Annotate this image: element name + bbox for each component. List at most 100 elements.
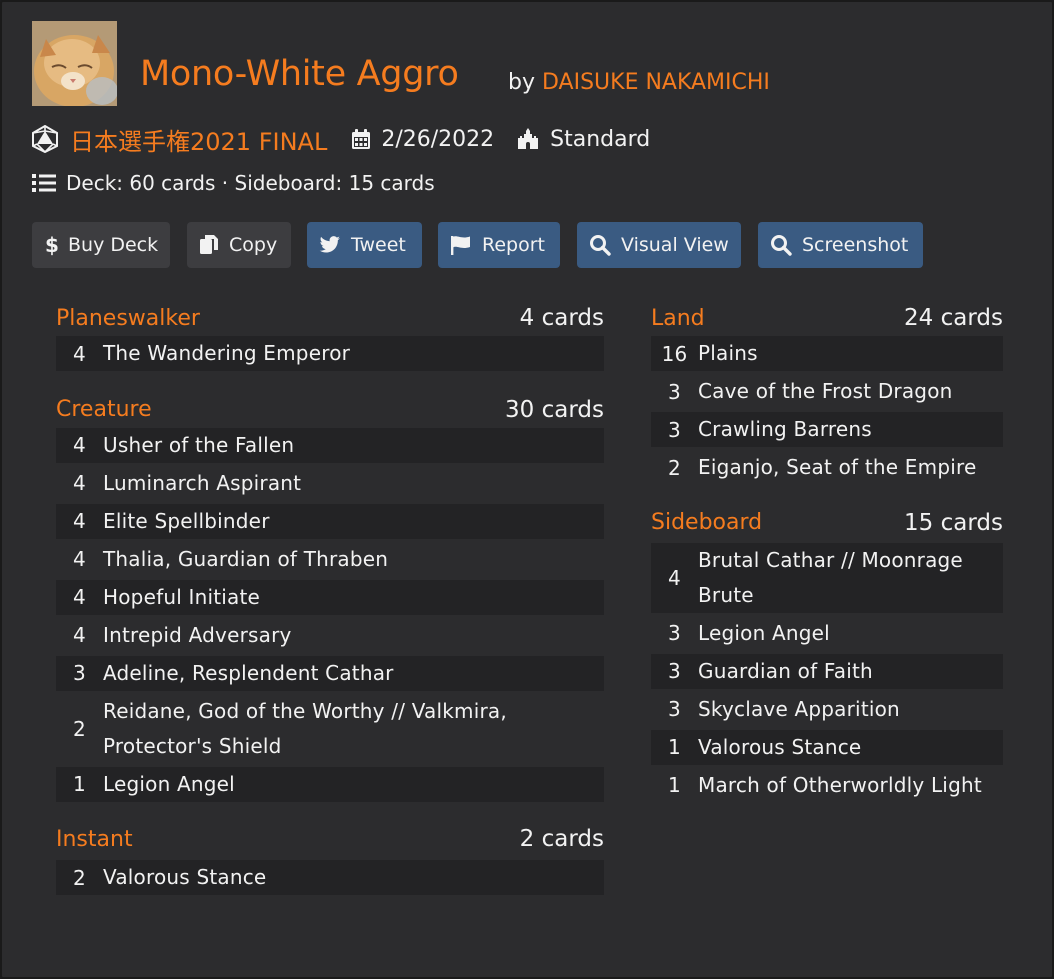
- card-name[interactable]: Luminarch Aspirant: [103, 466, 604, 501]
- section-count: 30 cards: [505, 396, 604, 423]
- tweet-button[interactable]: Tweet: [307, 222, 422, 268]
- card-name[interactable]: Elite Spellbinder: [103, 504, 604, 539]
- card-qty: 4: [73, 433, 86, 457]
- card-row[interactable]: 3 Cave of the Frost Dragon: [651, 374, 1003, 409]
- copy-label: Copy: [229, 234, 278, 256]
- search-icon: [770, 234, 802, 256]
- card-row[interactable]: 4 The Wandering Emperor: [56, 336, 604, 371]
- card-name[interactable]: Guardian of Faith: [698, 654, 1003, 689]
- card-name[interactable]: Skyclave Apparition: [698, 692, 1003, 727]
- flag-icon: [450, 235, 482, 255]
- card-name[interactable]: Legion Angel: [698, 616, 1003, 651]
- card-name[interactable]: Usher of the Fallen: [103, 428, 604, 463]
- card-name[interactable]: Intrepid Adversary: [103, 618, 604, 653]
- card-row[interactable]: 4 Intrepid Adversary: [56, 618, 604, 653]
- section-name: Sideboard: [651, 510, 763, 535]
- deck-count-text: Deck: 60 cards · Sideboard: 15 cards: [66, 171, 435, 195]
- report-label: Report: [482, 234, 545, 256]
- section-count: 4 cards: [519, 305, 604, 331]
- screenshot-label: Screenshot: [802, 234, 909, 256]
- card-qty: 4: [668, 565, 681, 590]
- author-avatar: [32, 21, 117, 106]
- card-name[interactable]: Eiganjo, Seat of the Empire: [698, 450, 1003, 485]
- card-qty: 4: [73, 585, 86, 609]
- author-link[interactable]: DAISUKE NAKAMICHI: [542, 70, 770, 95]
- card-qty: 1: [73, 772, 86, 796]
- card-name[interactable]: Hopeful Initiate: [103, 580, 604, 615]
- card-name[interactable]: March of Otherworldly Light: [698, 768, 1003, 803]
- card-name[interactable]: Brutal Cathar // Moonrage Brute: [698, 543, 1003, 613]
- card-row[interactable]: 4 Luminarch Aspirant: [56, 466, 604, 501]
- visual-view-button[interactable]: Visual View: [577, 222, 741, 268]
- card-row[interactable]: 3 Crawling Barrens: [651, 412, 1003, 447]
- card-qty: 2: [73, 865, 86, 890]
- card-name[interactable]: Adeline, Resplendent Cathar: [103, 656, 604, 691]
- card-row[interactable]: 3 Skyclave Apparition: [651, 692, 1003, 727]
- card-qty: 3: [73, 661, 86, 685]
- card-qty: 4: [73, 623, 86, 647]
- section-name: Instant: [56, 826, 133, 852]
- card-qty: 2: [73, 716, 86, 741]
- svg-text:$: $: [45, 234, 58, 256]
- card-name[interactable]: Valorous Stance: [698, 730, 1003, 765]
- copy-button[interactable]: Copy: [187, 222, 291, 268]
- card-name[interactable]: Reidane, God of the Worthy // Valkmira, …: [103, 694, 604, 764]
- visual-view-label: Visual View: [621, 234, 729, 256]
- section-name: Land: [651, 305, 705, 331]
- card-name[interactable]: Thalia, Guardian of Thraben: [103, 542, 604, 577]
- search-icon: [589, 234, 621, 256]
- card-row[interactable]: 2 Valorous Stance: [56, 860, 604, 895]
- card-qty: 3: [668, 697, 681, 721]
- card-qty: 4: [73, 509, 86, 533]
- tweet-label: Tweet: [351, 234, 406, 256]
- card-name[interactable]: Crawling Barrens: [698, 412, 1003, 447]
- section-header-land: Land 24 cards: [651, 300, 1003, 336]
- list-icon: [32, 173, 56, 193]
- dollar-icon: $: [44, 234, 68, 256]
- calendar-icon: [351, 128, 371, 150]
- card-row[interactable]: 2 Eiganjo, Seat of the Empire: [651, 450, 1003, 485]
- card-name[interactable]: Valorous Stance: [103, 860, 604, 895]
- section-count: 24 cards: [904, 305, 1003, 331]
- card-qty: 16: [661, 341, 688, 366]
- card-qty: 1: [668, 773, 681, 797]
- card-row[interactable]: 3 Guardian of Faith: [651, 653, 1003, 689]
- buy-deck-button[interactable]: $ Buy Deck: [32, 222, 170, 268]
- card-qty: 3: [668, 417, 681, 442]
- decklist-main-column: Planeswalker 4 cards 4 The Wandering Emp…: [56, 300, 604, 897]
- card-row[interactable]: 1 Legion Angel: [56, 766, 604, 802]
- section-count: 15 cards: [904, 509, 1003, 536]
- deck-date: 2/26/2022: [381, 126, 495, 152]
- report-button[interactable]: Report: [438, 222, 560, 268]
- card-qty: 3: [668, 379, 681, 404]
- card-row[interactable]: 2 Reidane, God of the Worthy // Valkmira…: [56, 694, 604, 764]
- card-row[interactable]: 4 Thalia, Guardian of Thraben: [56, 542, 604, 577]
- card-row[interactable]: 4 Hopeful Initiate: [56, 579, 604, 615]
- card-row[interactable]: 4 Usher of the Fallen: [56, 427, 604, 463]
- by-label: by: [508, 70, 535, 95]
- card-row[interactable]: 1 March of Otherworldly Light: [651, 768, 1003, 803]
- deck-meta: 日本選手権2021 FINAL 2/26/2022 Standard: [32, 122, 650, 156]
- card-qty: 4: [73, 547, 86, 571]
- screenshot-button[interactable]: Screenshot: [758, 222, 923, 268]
- deck-format[interactable]: Standard: [550, 127, 650, 152]
- card-name[interactable]: The Wandering Emperor: [103, 336, 604, 371]
- buy-deck-label: Buy Deck: [68, 234, 159, 256]
- twitter-icon: [319, 236, 351, 254]
- card-row[interactable]: 1 Valorous Stance: [651, 729, 1003, 765]
- card-name[interactable]: Plains: [698, 336, 1003, 371]
- card-row[interactable]: 4 Brutal Cathar // Moonrage Brute: [651, 542, 1003, 613]
- card-row[interactable]: 3 Legion Angel: [651, 616, 1003, 651]
- card-name[interactable]: Legion Angel: [103, 767, 604, 802]
- card-row[interactable]: 3 Adeline, Resplendent Cathar: [56, 655, 604, 691]
- event-link[interactable]: 日本選手権2021 FINAL: [70, 122, 327, 157]
- section-header-instant: Instant 2 cards: [56, 821, 604, 857]
- card-name[interactable]: Cave of the Frost Dragon: [698, 374, 1003, 409]
- card-row[interactable]: 16 Plains: [651, 336, 1003, 371]
- deck-title: Mono-White Aggro: [140, 54, 459, 94]
- card-row[interactable]: 4 Elite Spellbinder: [56, 503, 604, 539]
- card-qty: 4: [73, 471, 86, 495]
- section-name: Planeswalker: [56, 305, 200, 331]
- card-qty: 4: [73, 341, 86, 366]
- card-qty: 3: [668, 659, 681, 683]
